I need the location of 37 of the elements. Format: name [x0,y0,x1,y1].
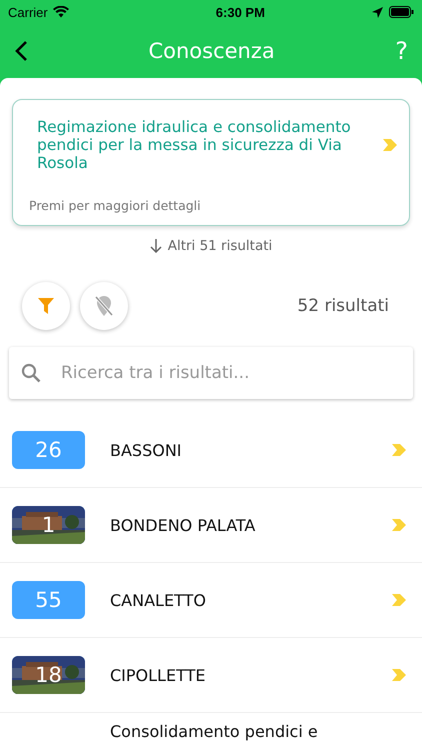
number-badge: 26 [12,431,85,469]
clock: 6:30 PM [216,4,265,20]
back-button[interactable] [14,40,28,62]
item-number: 18 [35,663,62,687]
item-name: BASSONI [110,440,183,460]
carrier-label: Carrier [8,4,48,20]
item-name: BONDENO PALATA [110,516,256,534]
filter-button[interactable] [22,282,70,330]
filter-icon [38,298,54,314]
search-icon [21,363,41,383]
item-number: 1 [42,513,56,537]
location-off-button[interactable] [80,282,128,330]
location-arrow-icon [372,6,383,18]
search-field[interactable]: Ricerca tra i risultati... [59,362,401,384]
down-arrow-icon [150,239,162,253]
screen-title: Conoscenza [148,39,275,63]
list-item[interactable]: 1 BONDENO PALATA [0,488,422,563]
item-name: Consolidamento pendici e [110,722,319,741]
item-name: CIPOLLETTE [110,666,206,684]
featured-card[interactable]: Regimazione idraulica e consolidamento pendici per la messa in sicurezza di Via Rosola Premi per maggiori dettagli [12,99,410,226]
more-results-link[interactable]: Altri 51 risultati [168,238,272,254]
chevron-icon [392,669,406,681]
list-item[interactable]: 18 CIPOLLETTE [0,638,422,713]
list-item[interactable]: 26 BASSONI [0,413,422,488]
item-name: CANALETTO [110,590,207,610]
result-count: 52 risultati [297,296,389,316]
number-badge: 55 [12,581,85,619]
location-off-icon [94,295,114,317]
card-hint: Premi per maggiori dettagli [29,198,202,213]
battery-icon [389,6,414,18]
card-title: Regimazione idraulica e consolidamento pendici per la messa in sicurezza di Via Rosola [37,118,352,172]
chevron-icon [392,594,406,606]
wifi-icon [52,6,69,18]
list-item[interactable]: 55 CANALETTO [0,563,422,638]
chevron-icon [383,139,397,151]
chevron-icon [392,444,406,456]
chevron-icon [392,519,406,531]
